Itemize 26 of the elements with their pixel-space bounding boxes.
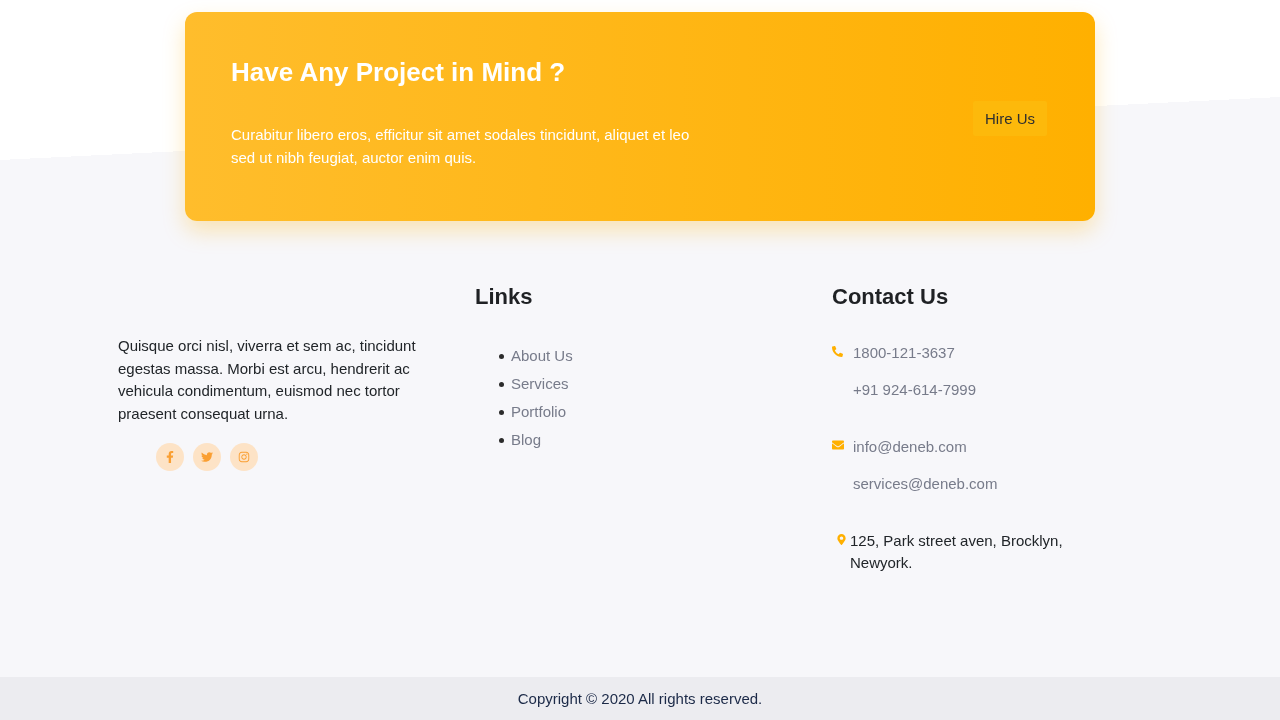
links-heading: Links <box>475 284 534 310</box>
about-text: Quisque orci nisl, viverra et sem ac, tincidunt egestas massa. Morbi est arcu, hendrerit ac vehicula condimentum, euismod nec tortor praesent consequat urna. <box>118 336 417 424</box>
bullet-icon <box>499 381 504 387</box>
bullet-icon <box>499 409 504 415</box>
phone-icon <box>832 345 843 357</box>
footer-link[interactable]: Portfolio <box>511 402 567 422</box>
footer-link[interactable]: Blog <box>511 430 542 450</box>
email-address[interactable]: info@deneb.com <box>853 436 967 458</box>
cta-title: Have Any Project in Mind ? <box>231 57 567 88</box>
twitter-icon[interactable] <box>193 443 221 471</box>
phone-number[interactable]: 1800-121-3637 <box>853 342 955 364</box>
bullet-icon <box>499 437 504 443</box>
facebook-icon[interactable] <box>156 443 184 471</box>
footer-link[interactable]: Services <box>511 374 569 394</box>
hire-button[interactable]: Hire Us <box>973 101 1047 136</box>
copyright-text: Copyright © 2020 All rights reserved. <box>517 690 763 707</box>
envelope-icon <box>832 439 844 451</box>
address-text: 125, Park street aven, Brocklyn, Newyork. <box>850 531 1064 573</box>
map-pin-icon <box>836 533 847 545</box>
footer-link[interactable]: About Us <box>511 346 573 366</box>
bullet-icon <box>499 353 504 359</box>
contact-heading: Contact Us <box>832 284 950 310</box>
instagram-icon[interactable] <box>230 443 258 471</box>
phone-number[interactable]: +91 924-614-7999 <box>853 379 977 401</box>
cta-text: Curabitur libero eros, efficitur sit amet sodales tincidunt, aliquet et leo sed ut nibh feugiat, auctor enim quis. <box>231 125 691 168</box>
email-address[interactable]: services@deneb.com <box>853 473 998 495</box>
